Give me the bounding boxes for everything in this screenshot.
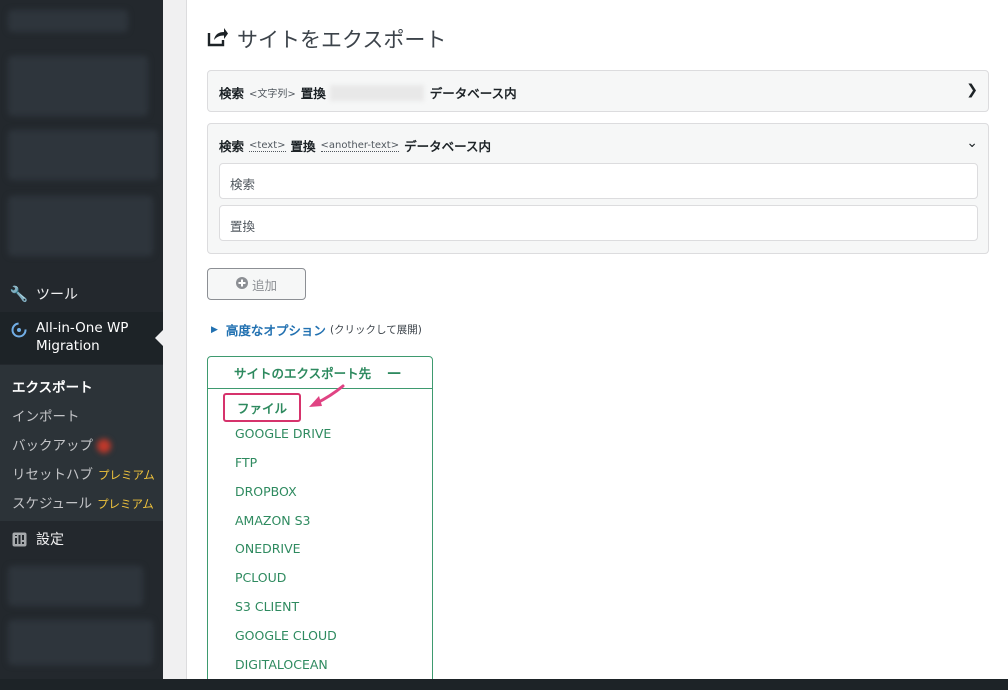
- submenu-item-import[interactable]: インポート: [12, 405, 80, 425]
- export-share-icon: [207, 27, 229, 52]
- aio-migration-icon: [10, 321, 28, 339]
- menu-item-settings[interactable]: 設定: [0, 527, 163, 551]
- search-replace-row-collapsed[interactable]: 検索 <文字列> 置換 データベース内 ❯: [207, 70, 989, 112]
- update-badge-blurred: [97, 439, 111, 453]
- export-option-onedrive[interactable]: ONEDRIVE: [235, 541, 301, 556]
- export-option-google-drive[interactable]: GOOGLE DRIVE: [235, 426, 331, 441]
- premium-badge: プレミアム: [98, 468, 155, 482]
- menu-label-tools: ツール: [36, 287, 78, 303]
- submenu-item-reset-hub[interactable]: リセットハブ プレミアム: [12, 463, 155, 483]
- blurred-menu-item: [8, 620, 153, 665]
- page-title-text: サイトをエクスポート: [237, 28, 447, 52]
- search-replace-header[interactable]: 検索 <text> 置換 <another-text> データベース内: [219, 136, 491, 155]
- export-destination-title: サイトのエクスポート先: [234, 366, 372, 381]
- blurred-menu-item: [8, 10, 128, 32]
- search-replace-row-expanded: 検索 <text> 置換 <another-text> データベース内 ⌄ 検索…: [207, 123, 989, 254]
- plus-circle-icon: [235, 276, 248, 292]
- search-label: 検索: [219, 139, 245, 154]
- aio-submenu: エクスポート インポート バックアップ リセットハブ プレミアム スケジュール プレ…: [0, 365, 163, 521]
- replace-label: 置換: [290, 139, 316, 154]
- database-suffix: データベース内: [429, 86, 517, 101]
- search-input[interactable]: 検索: [219, 163, 978, 199]
- menu-item-tools[interactable]: 🔧 ツール: [0, 282, 163, 306]
- export-option-file[interactable]: ファイル: [223, 393, 302, 422]
- export-option-google-cloud[interactable]: GOOGLE CLOUD: [235, 628, 337, 643]
- submenu-item-export[interactable]: エクスポート: [12, 376, 93, 396]
- chevron-right-icon[interactable]: ❯: [966, 82, 978, 98]
- wrench-icon: 🔧: [9, 285, 29, 303]
- replace-label: 置換: [300, 86, 326, 101]
- blurred-menu-item: [8, 566, 143, 606]
- blurred-menu-item: [8, 130, 158, 180]
- bottom-frame-bar: [0, 679, 1008, 690]
- triangle-right-icon: ▶: [211, 324, 218, 335]
- export-option-digitalocean[interactable]: DIGITALOCEAN: [235, 657, 328, 672]
- advanced-options-toggle[interactable]: ▶ 高度なオプション (クリックして展開): [211, 320, 422, 339]
- export-option-s3-client[interactable]: S3 CLIENT: [235, 599, 299, 614]
- export-option-dropbox[interactable]: DROPBOX: [235, 484, 297, 499]
- advanced-options-hint: (クリックして展開): [329, 324, 422, 336]
- replace-input[interactable]: 置換: [219, 205, 978, 241]
- advanced-options-link[interactable]: 高度なオプション: [226, 320, 326, 339]
- search-label: 検索: [219, 86, 245, 101]
- annotation-arrow-icon: [309, 384, 345, 407]
- menu-label-aio-line2: Migration: [36, 338, 100, 354]
- page-title: サイトをエクスポート: [207, 24, 446, 54]
- collapse-icon[interactable]: —: [387, 365, 401, 381]
- database-suffix: データベース内: [404, 139, 491, 154]
- chevron-down-icon[interactable]: ⌄: [966, 135, 978, 151]
- search-replace-header: 検索 <文字列> 置換 データベース内: [219, 83, 517, 102]
- export-option-pcloud[interactable]: PCLOUD: [235, 570, 286, 585]
- blurred-menu-item: [8, 196, 153, 256]
- settings-icon: [10, 530, 28, 548]
- premium-badge: プレミアム: [97, 497, 154, 511]
- search-tag: <文字列>: [249, 89, 296, 100]
- redacted-value: [329, 84, 424, 101]
- export-option-ftp[interactable]: FTP: [235, 455, 257, 470]
- main-content: サイトをエクスポート 検索 <文字列> 置換 データベース内 ❯ 検索 <tex…: [186, 0, 1008, 686]
- export-option-amazon-s3[interactable]: AMAZON S3: [235, 513, 311, 528]
- add-button[interactable]: 追加: [207, 268, 306, 300]
- menu-item-aio-content[interactable]: All-in-One WP Migration: [0, 319, 163, 359]
- menu-label-settings: 設定: [36, 532, 64, 548]
- active-menu-arrow: [155, 330, 163, 346]
- add-button-label: 追加: [251, 277, 277, 293]
- blurred-menu-item: [8, 56, 148, 116]
- replace-tag: <another-text>: [320, 139, 400, 152]
- search-tag: <text>: [249, 139, 286, 152]
- submenu-item-backup[interactable]: バックアップ: [12, 434, 111, 454]
- admin-sidebar: 🔧 ツール All-in-One WP Migration エクスポート インポ…: [0, 0, 163, 679]
- menu-label-aio-line1: All-in-One WP: [36, 320, 129, 336]
- submenu-item-schedule[interactable]: スケジュール プレミアム: [12, 492, 154, 512]
